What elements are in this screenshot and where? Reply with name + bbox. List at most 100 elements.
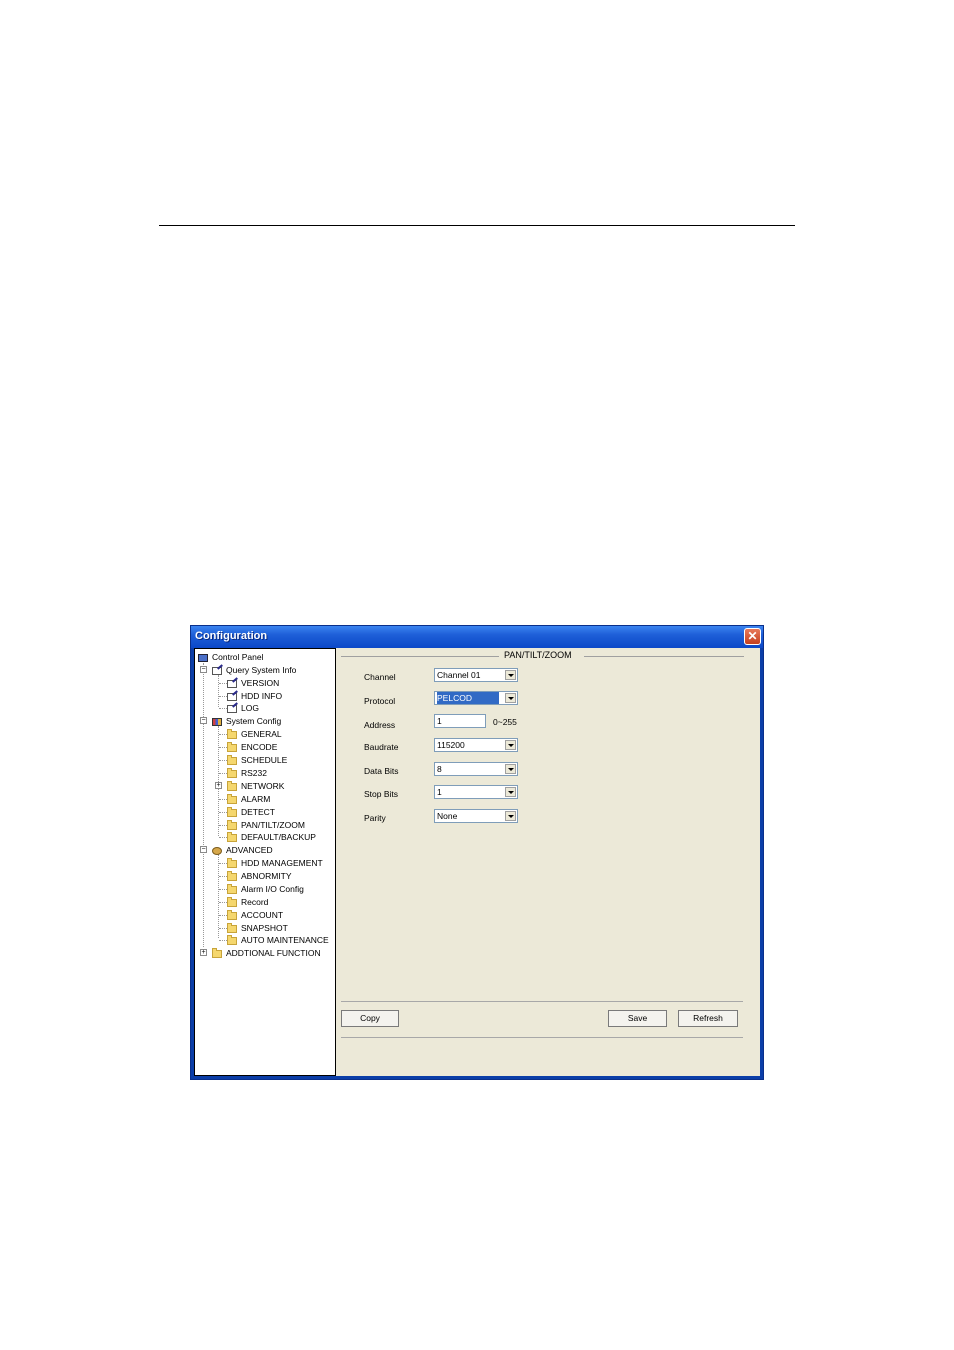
tree-label: AUTO MAINTENANCE: [241, 935, 329, 945]
tree-item-general[interactable]: GENERAL: [227, 728, 282, 740]
tree-item-auto-maintenance[interactable]: AUTO MAINTENANCE: [227, 934, 329, 946]
tree-label: HDD INFO: [241, 691, 283, 701]
tree-item-encode[interactable]: ENCODE: [227, 741, 277, 753]
chevron-down-icon[interactable]: [505, 740, 516, 750]
tree-connector: [219, 696, 227, 697]
tree-connector: [219, 760, 227, 761]
tree-item-account[interactable]: ACCOUNT: [227, 909, 283, 921]
collapse-icon[interactable]: −: [200, 846, 207, 853]
group-line-right: [584, 656, 744, 657]
channel-select[interactable]: Channel 01: [434, 668, 518, 682]
tree-label: Record: [241, 897, 269, 907]
tree-item-alarm-io-config[interactable]: Alarm I/O Config: [227, 883, 304, 895]
tree-label: Query System Info: [226, 665, 297, 675]
address-input[interactable]: 1: [434, 714, 486, 728]
tree-item-detect[interactable]: DETECT: [227, 806, 275, 818]
tree-item-system-config[interactable]: System Config: [212, 715, 281, 727]
tree-item-pan-tilt-zoom[interactable]: PAN/TILT/ZOOM: [227, 819, 305, 831]
ptz-panel: PAN/TILT/ZOOM Channel Channel 01 Protoco…: [336, 648, 760, 1076]
expand-icon[interactable]: +: [215, 782, 222, 789]
tree-root-control-panel[interactable]: Control Panel: [198, 651, 264, 663]
address-label: Address: [364, 720, 396, 730]
tree-item-log[interactable]: LOG: [227, 702, 259, 714]
separator-top: [341, 1001, 743, 1002]
tree-item-rs232[interactable]: RS232: [227, 767, 267, 779]
chevron-down-icon[interactable]: [505, 670, 516, 680]
folder-icon: [227, 831, 237, 842]
collapse-icon[interactable]: −: [200, 666, 207, 673]
tree-label: DETECT: [241, 807, 275, 817]
folder-icon: [227, 806, 237, 817]
tree-connector: [219, 837, 227, 838]
tree-connector: [219, 683, 227, 684]
tree-connector: [203, 663, 204, 947]
tree-connector: [219, 928, 227, 929]
collapse-icon[interactable]: −: [200, 717, 207, 724]
tree-connector: [219, 747, 227, 748]
tree-item-query-system-info[interactable]: Query System Info: [212, 664, 296, 676]
tree-item-additional-function[interactable]: ADDTIONAL FUNCTION: [212, 947, 321, 959]
tree-item-hdd-management[interactable]: HDD MANAGEMENT: [227, 857, 323, 869]
tree-item-hdd-info[interactable]: HDD INFO: [227, 690, 282, 702]
tree-label: VERSION: [241, 678, 280, 688]
tree-item-network[interactable]: NETWORK: [227, 780, 284, 792]
baudrate-select[interactable]: 115200: [434, 738, 518, 752]
advanced-icon: [212, 846, 222, 855]
folder-icon: [227, 922, 237, 933]
tree-label: ADDTIONAL FUNCTION: [226, 948, 321, 958]
folder-icon: [227, 754, 237, 765]
tree-label: RS232: [241, 768, 267, 778]
close-icon: ✕: [747, 629, 758, 643]
folder-icon: [227, 780, 237, 791]
copy-button[interactable]: Copy: [341, 1010, 399, 1027]
note-icon: [227, 679, 237, 688]
close-button[interactable]: ✕: [744, 628, 761, 645]
stopbits-value: 1: [437, 787, 442, 797]
tree-label: ACCOUNT: [241, 910, 284, 920]
tree-connector: [219, 734, 227, 735]
tree-label: Control Panel: [212, 652, 264, 662]
stopbits-select[interactable]: 1: [434, 785, 518, 799]
note-icon: [227, 704, 237, 713]
expand-icon[interactable]: +: [200, 949, 207, 956]
tree-connector: [218, 854, 219, 938]
note-icon: [212, 666, 222, 675]
protocol-select[interactable]: PELCOD: [434, 691, 518, 705]
tree-item-advanced[interactable]: ADVANCED: [212, 844, 273, 856]
tree-item-snapshot[interactable]: SNAPSHOT: [227, 922, 288, 934]
tree-item-schedule[interactable]: SCHEDULE: [227, 754, 287, 766]
folder-icon: [227, 857, 237, 868]
chevron-down-icon[interactable]: [505, 693, 516, 703]
folder-icon: [227, 896, 237, 907]
folder-icon: [227, 883, 237, 894]
baudrate-label: Baudrate: [364, 742, 399, 752]
system-config-icon: [212, 717, 222, 726]
title-bar[interactable]: Configuration ✕: [191, 626, 763, 648]
client-area: Control Panel − Query System Info VERSIO…: [194, 648, 760, 1076]
tree-item-alarm[interactable]: ALARM: [227, 793, 270, 805]
folder-icon: [227, 741, 237, 752]
separator-bottom: [341, 1037, 743, 1038]
channel-value: Channel 01: [437, 670, 481, 680]
folder-icon: [227, 870, 237, 881]
chevron-down-icon[interactable]: [505, 764, 516, 774]
tree-label: Alarm I/O Config: [241, 884, 304, 894]
tree-item-abnormity[interactable]: ABNORMITY: [227, 870, 292, 882]
databits-select[interactable]: 8: [434, 762, 518, 776]
tree-connector: [219, 863, 227, 864]
config-tree[interactable]: Control Panel − Query System Info VERSIO…: [194, 648, 336, 1076]
tree-item-default-backup[interactable]: DEFAULT/BACKUP: [227, 831, 316, 843]
tree-item-record[interactable]: Record: [227, 896, 268, 908]
tree-label: PAN/TILT/ZOOM: [241, 820, 305, 830]
tree-label: SCHEDULE: [241, 755, 288, 765]
tree-label: System Config: [226, 716, 282, 726]
parity-value: None: [437, 811, 458, 821]
folder-icon: [227, 793, 237, 804]
refresh-button[interactable]: Refresh: [678, 1010, 738, 1027]
parity-select[interactable]: None: [434, 809, 518, 823]
chevron-down-icon[interactable]: [505, 787, 516, 797]
chevron-down-icon[interactable]: [505, 811, 516, 821]
tree-item-version[interactable]: VERSION: [227, 677, 279, 689]
note-icon: [227, 692, 237, 701]
save-button[interactable]: Save: [608, 1010, 667, 1027]
